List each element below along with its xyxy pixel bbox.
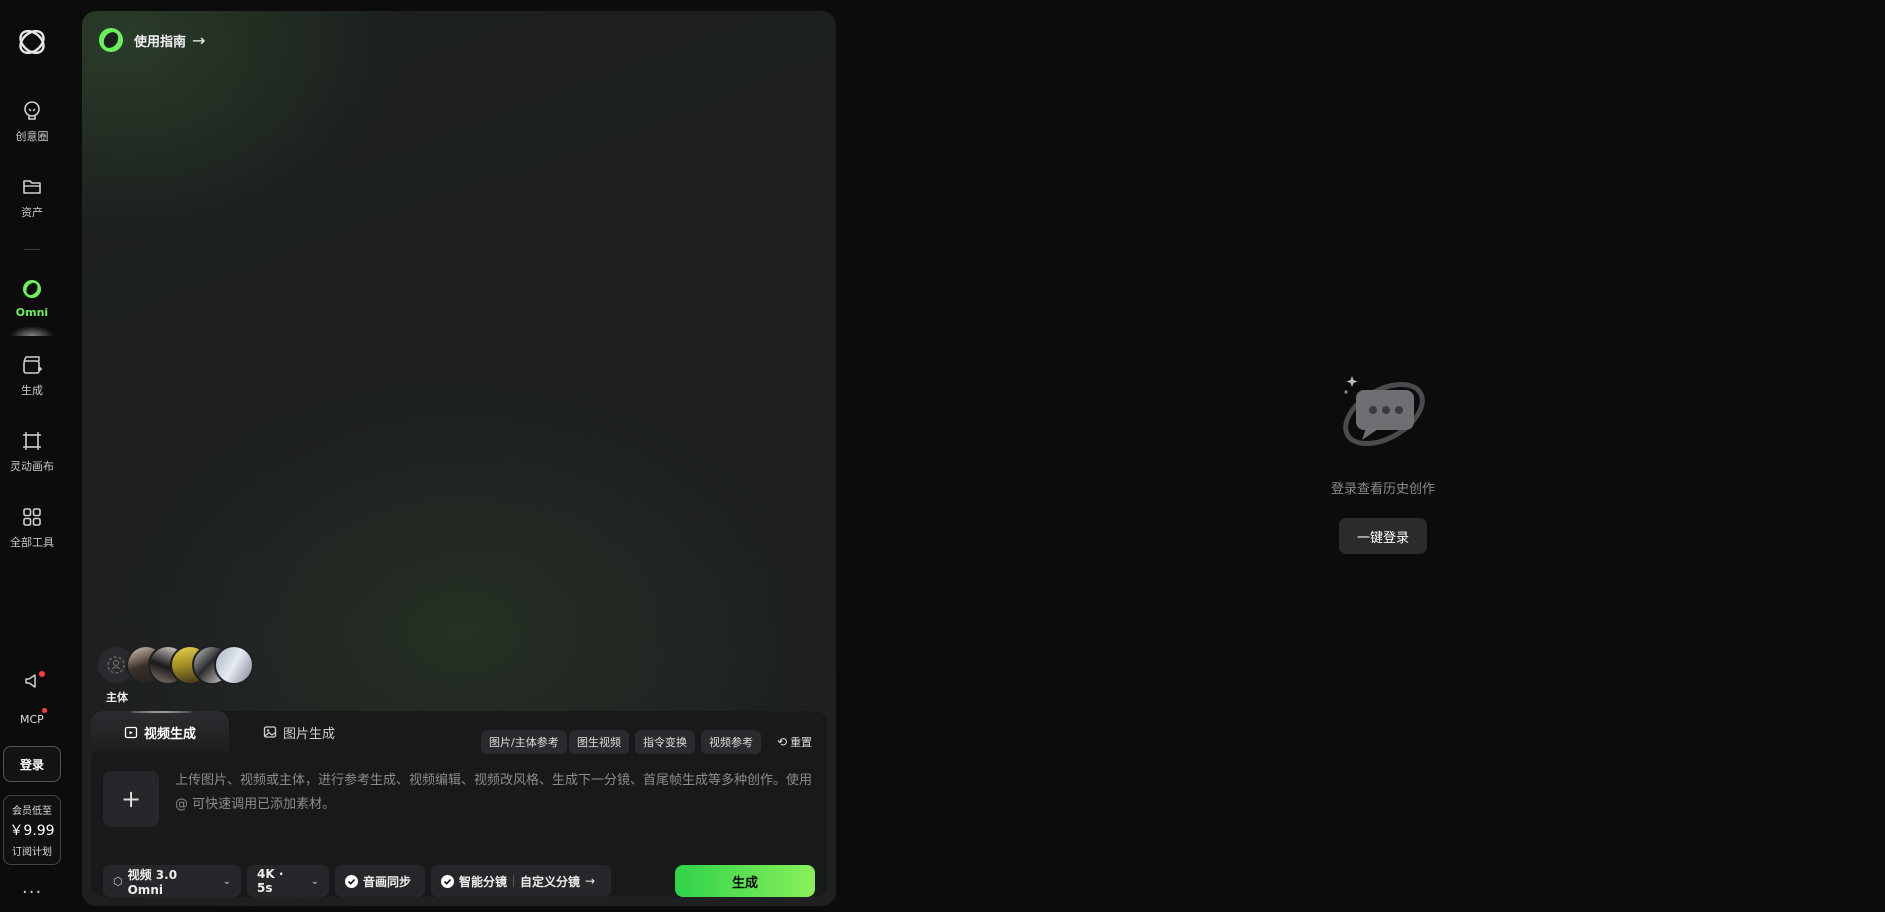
creation-panel: 使用指南 → 主体 视频生成 图片生成 图片/主体参考 图生视频 指令变换 视频…	[82, 11, 836, 906]
vip-price: ￥9.99	[9, 823, 55, 839]
model-icon: ⬡	[113, 874, 123, 888]
reset-button[interactable]: ⟲ 重置	[777, 730, 812, 754]
tab-label: 视频生成	[143, 726, 196, 742]
sidebar-item-label: 生成	[21, 384, 43, 397]
sidebar: 创意圈 资产 Omni 生成 灵动画布 全部工具 MCP 登录 会员低至 ￥9.…	[0, 0, 64, 912]
app-root: 创意圈 资产 Omni 生成 灵动画布 全部工具 MCP 登录 会员低至 ￥9.…	[0, 0, 1885, 912]
more-menu-icon[interactable]: ···	[22, 882, 42, 903]
subjects-label: 主体	[106, 691, 128, 704]
vip-subscription-card[interactable]: 会员低至 ￥9.99 订阅计划	[3, 795, 61, 865]
chip-image-subject-reference[interactable]: 图片/主体参考	[481, 730, 567, 754]
notification-dot	[39, 671, 45, 677]
reset-icon: ⟲	[777, 735, 788, 749]
mcp-notification-dot	[42, 708, 47, 713]
subject-avatars[interactable]	[96, 645, 256, 687]
grid-icon	[23, 508, 41, 526]
vip-plan-label: 订阅计划	[12, 847, 52, 858]
empty-history-text: 登录查看历史创作	[1330, 482, 1435, 497]
active-indicator	[10, 326, 54, 336]
usage-guide-link[interactable]: 使用指南 →	[98, 27, 205, 53]
sidebar-item-creative[interactable]: 创意圈	[0, 100, 64, 144]
sidebar-item-omni[interactable]: Omni	[0, 278, 64, 319]
generate-button[interactable]: 生成	[675, 865, 815, 897]
quality-duration-select[interactable]: 4K · 5s ⌄	[247, 865, 329, 897]
image-icon	[263, 726, 277, 738]
chip-image-to-video[interactable]: 图生视频	[569, 730, 629, 754]
chip-instruction-transform[interactable]: 指令变换	[635, 730, 695, 754]
login-button[interactable]: 登录	[3, 746, 61, 782]
model-label: 视频 3.0 Omni	[127, 867, 178, 897]
sidebar-item-label: Omni	[15, 306, 49, 319]
check-icon	[441, 874, 454, 888]
separator	[513, 875, 515, 887]
subject-avatar[interactable]	[214, 645, 254, 685]
prompt-composer: 视频生成 图片生成 图片/主体参考 图生视频 指令变换 视频参考 ⟲ 重置 + …	[91, 711, 827, 897]
tab-image-generation[interactable]: 图片生成	[263, 711, 335, 753]
arrow-right-icon: →	[585, 874, 596, 888]
chat-bubble-planet-icon	[1343, 376, 1425, 447]
omni-logo-icon	[99, 28, 123, 52]
sidebar-item-all-tools[interactable]: 全部工具	[0, 506, 64, 550]
sidebar-item-label: 创意圈	[15, 130, 49, 143]
sidebar-item-assets[interactable]: 资产	[0, 176, 64, 220]
canvas-frame-icon	[23, 432, 41, 450]
check-icon	[345, 874, 358, 888]
mcp-link[interactable]: MCP	[20, 713, 44, 726]
plus-icon: +	[120, 785, 142, 813]
sidebar-item-label: 资产	[21, 206, 43, 219]
arrow-right-icon: →	[192, 30, 206, 50]
video-gen-icon	[124, 726, 138, 739]
custom-shot-label[interactable]: 自定义分镜	[520, 873, 580, 890]
prompt-input[interactable]: 上传图片、视频或主体，进行参考生成、视频编辑、视频改风格、生成下一分镜、首尾帧生…	[175, 769, 815, 819]
model-select[interactable]: ⬡ 视频 3.0 Omni ⌄	[103, 865, 241, 897]
vip-line1: 会员低至	[12, 806, 52, 817]
chevron-down-icon: ⌄	[310, 875, 319, 887]
sidebar-item-canvas[interactable]: 灵动画布	[0, 430, 64, 474]
quality-label: 4K · 5s	[257, 867, 284, 895]
sidebar-divider	[24, 249, 40, 250]
reset-label: 重置	[790, 736, 813, 749]
one-click-login-button[interactable]: 一键登录	[1339, 518, 1427, 554]
lightbulb-icon	[24, 101, 40, 120]
usage-guide-label: 使用指南	[134, 34, 187, 50]
upload-button[interactable]: +	[103, 771, 159, 827]
chevron-down-icon: ⌄	[222, 875, 231, 887]
sidebar-item-label: 全部工具	[10, 536, 54, 549]
folder-icon	[23, 180, 41, 194]
smart-shot-toggle[interactable]: 智能分镜 自定义分镜 →	[431, 865, 611, 897]
omni-ring-icon	[23, 280, 41, 298]
audio-sync-toggle[interactable]: 音画同步	[335, 865, 425, 897]
smart-shot-label: 智能分镜	[459, 874, 508, 889]
sidebar-item-label: 灵动画布	[10, 460, 54, 473]
tab-video-generation[interactable]: 视频生成	[91, 711, 229, 753]
tab-label: 图片生成	[283, 726, 336, 742]
chip-video-reference[interactable]: 视频参考	[701, 730, 761, 754]
audio-sync-label: 音画同步	[363, 874, 412, 889]
sidebar-item-generate[interactable]: 生成	[0, 354, 64, 398]
app-logo-icon[interactable]	[14, 24, 50, 60]
clapperboard-icon	[23, 356, 42, 374]
